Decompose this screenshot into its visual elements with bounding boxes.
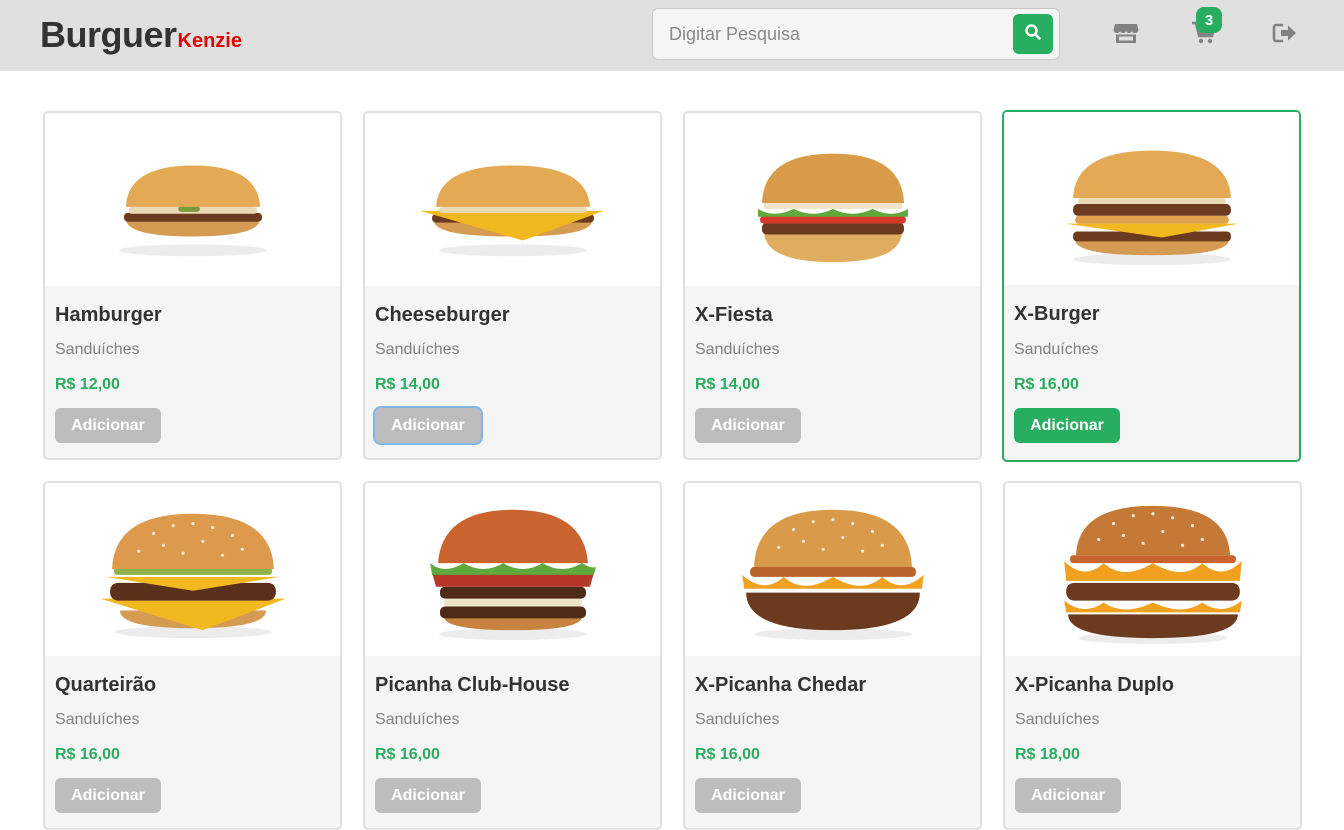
product-category: Sanduíches	[375, 711, 460, 728]
product-name: Cheeseburger	[375, 304, 510, 326]
product-image	[1004, 112, 1299, 285]
product-image	[365, 483, 660, 656]
add-to-cart-button[interactable]: Adicionar	[1014, 408, 1120, 443]
logo: Burguer Kenzie	[40, 14, 242, 56]
cart-count-badge: 3	[1196, 7, 1222, 33]
add-to-cart-button[interactable]: Adicionar	[695, 778, 801, 813]
add-to-cart-button[interactable]: Adicionar	[55, 778, 161, 813]
product-price: R$ 18,00	[1015, 746, 1080, 763]
product-name: Quarteirão	[55, 674, 157, 696]
logo-sub-text: Kenzie	[177, 30, 242, 52]
product-category: Sanduíches	[1015, 711, 1100, 728]
add-to-cart-button[interactable]: Adicionar	[55, 408, 161, 443]
product-image	[1005, 483, 1300, 656]
product-price: R$ 16,00	[1014, 376, 1079, 393]
product-image	[45, 483, 340, 656]
product-category: Sanduíches	[55, 711, 140, 728]
product-category: Sanduíches	[375, 341, 460, 358]
product-name: X-Fiesta	[695, 304, 773, 326]
product-price: R$ 16,00	[375, 746, 440, 763]
product-name: Picanha Club-House	[375, 674, 570, 696]
product-category: Sanduíches	[1014, 341, 1099, 358]
product-image	[685, 113, 980, 286]
add-to-cart-button[interactable]: Adicionar	[1015, 778, 1121, 813]
top-header: Burguer Kenzie 3	[0, 0, 1344, 71]
product-card: Cheeseburger Sanduíches R$ 14,00 Adicion…	[363, 111, 662, 460]
product-name: X-Burger	[1014, 303, 1100, 325]
product-category: Sanduíches	[695, 711, 780, 728]
logout-button[interactable]	[1270, 20, 1300, 50]
product-name: Hamburger	[55, 304, 162, 326]
product-image	[685, 483, 980, 656]
search-icon	[1024, 23, 1042, 46]
product-price: R$ 14,00	[375, 376, 440, 393]
product-card: X-Picanha Duplo Sanduíches R$ 18,00 Adic…	[1003, 481, 1302, 830]
product-card: X-Burger Sanduíches R$ 16,00 Adicionar	[1002, 110, 1301, 462]
search-input[interactable]	[669, 9, 1009, 59]
add-to-cart-button[interactable]: Adicionar	[695, 408, 801, 443]
product-image	[365, 113, 660, 286]
product-category: Sanduíches	[695, 341, 780, 358]
product-category: Sanduíches	[55, 341, 140, 358]
product-image	[45, 113, 340, 286]
search-bar	[652, 8, 1060, 60]
product-price: R$ 16,00	[695, 746, 760, 763]
add-to-cart-button[interactable]: Adicionar	[375, 778, 481, 813]
add-to-cart-button[interactable]: Adicionar	[373, 406, 483, 445]
product-name: X-Picanha Chedar	[695, 674, 867, 696]
logout-icon	[1272, 22, 1298, 49]
store-icon	[1113, 22, 1139, 49]
product-price: R$ 14,00	[695, 376, 760, 393]
search-button[interactable]	[1013, 14, 1053, 54]
product-price: R$ 16,00	[55, 746, 120, 763]
product-name: X-Picanha Duplo	[1015, 674, 1174, 696]
logo-main-text: Burguer	[40, 14, 177, 55]
product-card: Hamburger Sanduíches R$ 12,00 Adicionar	[43, 111, 342, 460]
product-card: X-Picanha Chedar Sanduíches R$ 16,00 Adi…	[683, 481, 982, 830]
product-card: Picanha Club-House Sanduíches R$ 16,00 A…	[363, 481, 662, 830]
product-card: X-Fiesta Sanduíches R$ 14,00 Adicionar	[683, 111, 982, 460]
product-card: Quarteirão Sanduíches R$ 16,00 Adicionar	[43, 481, 342, 830]
store-button[interactable]	[1111, 20, 1141, 50]
product-price: R$ 12,00	[55, 376, 120, 393]
